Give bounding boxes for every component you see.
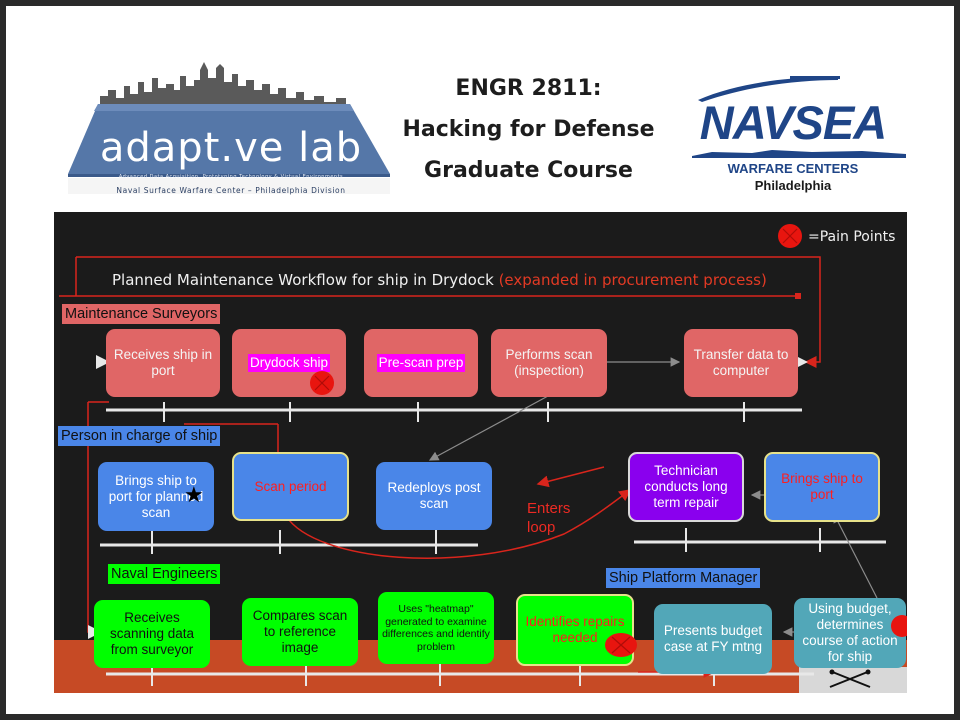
navsea-logo-subtitle: WARFARE CENTERS	[727, 161, 859, 176]
course-title-line-2: Hacking for Defense	[402, 117, 655, 142]
adapt-logo-name: adapt.ve lab	[99, 125, 363, 171]
navsea-ship-silhouette	[692, 150, 906, 158]
step-heatmap-analysis: Uses "heatmap" generated to examine diff…	[378, 592, 494, 664]
adapt-logo-division: Naval Surface Warfare Center – Philadelp…	[116, 186, 346, 195]
step-compares-scan: Compares scan to reference image	[242, 598, 358, 666]
pain-point-identifies-repairs-icon	[605, 633, 637, 657]
lane-naval-engineers: Naval Engineers	[108, 564, 221, 584]
workflow-title-highlight: (expanded in procurement process)	[498, 271, 767, 289]
lane-ship-platform-manager: Ship Platform Manager	[606, 568, 761, 588]
step-presents-budget-label: Presents budget case at FY mtng	[663, 623, 763, 654]
step-receives-data-label: Receives scanning data from surveyor	[109, 610, 195, 657]
step-using-budget-label: Using budget, determines course of actio…	[802, 601, 898, 664]
course-title: ENGR 2811: Hacking for Defense Graduate …	[391, 68, 666, 191]
step-technician-repair-label: Technician conducts long term repair	[644, 463, 728, 510]
workflow-diagram: =Pain Points Planned Maintenance Workflo…	[54, 212, 907, 693]
step-scan-period-label: Scan period	[254, 478, 327, 494]
step-heatmap-label: Uses "heatmap" generated to examine diff…	[382, 603, 490, 653]
enters-loop-label: Enters loop	[527, 500, 571, 536]
step-prescan-prep: Pre-scan prep	[364, 329, 478, 397]
step-transfer-data: Transfer data to computer	[684, 329, 798, 397]
course-title-line-1: ENGR 2811:	[455, 76, 602, 101]
step-compares-scan-label: Compares scan to reference image	[252, 608, 348, 655]
pain-point-legend-label: =Pain Points	[808, 229, 896, 245]
lane-person-in-charge: Person in charge of ship	[58, 426, 221, 446]
navsea-logo-name: NAVSEA	[699, 96, 887, 149]
course-title-line-3: Graduate Course	[424, 158, 633, 183]
step-receives-ship: Receives ship in port	[106, 329, 220, 397]
adapt-logo-tagline: Advanced Data Acquisition, Prototyping T…	[118, 174, 344, 180]
step-technician-repair: Technician conducts long term repair	[628, 452, 744, 522]
pain-point-drydock-icon	[310, 371, 334, 395]
enters-loop-annotation: Enters loop	[527, 499, 579, 537]
step-brings-ship-to-port-label: Brings ship to port	[781, 471, 863, 502]
step-presents-budget: Presents budget case at FY mtng	[654, 604, 772, 674]
step-receives-ship-label: Receives ship in port	[113, 347, 213, 378]
pain-point-budget-icon	[891, 615, 907, 637]
step-scan-period: Scan period	[232, 452, 349, 521]
step-performs-scan: Performs scan (inspection)	[491, 329, 607, 397]
slide: adapt.ve lab Advanced Data Acquisition, …	[6, 6, 954, 714]
step-prescan-prep-label: Pre-scan prep	[376, 354, 466, 372]
step-redeploys-label: Redeploys post scan	[387, 480, 481, 511]
step-redeploys: Redeploys post scan	[376, 462, 492, 530]
step-receives-scanning-data: Receives scanning data from surveyor	[94, 600, 210, 668]
workflow-title-main: Planned Maintenance Workflow for ship in…	[112, 271, 499, 289]
step-brings-ship-to-port: Brings ship to port	[764, 452, 880, 522]
crossed-swords-icon	[829, 669, 871, 688]
lane-maintenance-surveyors: Maintenance Surveyors	[62, 304, 221, 324]
step-performs-scan-label: Performs scan (inspection)	[505, 347, 593, 378]
pain-point-legend-icon	[778, 224, 802, 248]
step-transfer-data-label: Transfer data to computer	[693, 347, 789, 378]
navsea-logo-location: Philadelphia	[754, 178, 832, 193]
star-icon: ★	[184, 482, 204, 507]
workflow-title: Planned Maintenance Workflow for ship in…	[112, 270, 767, 290]
